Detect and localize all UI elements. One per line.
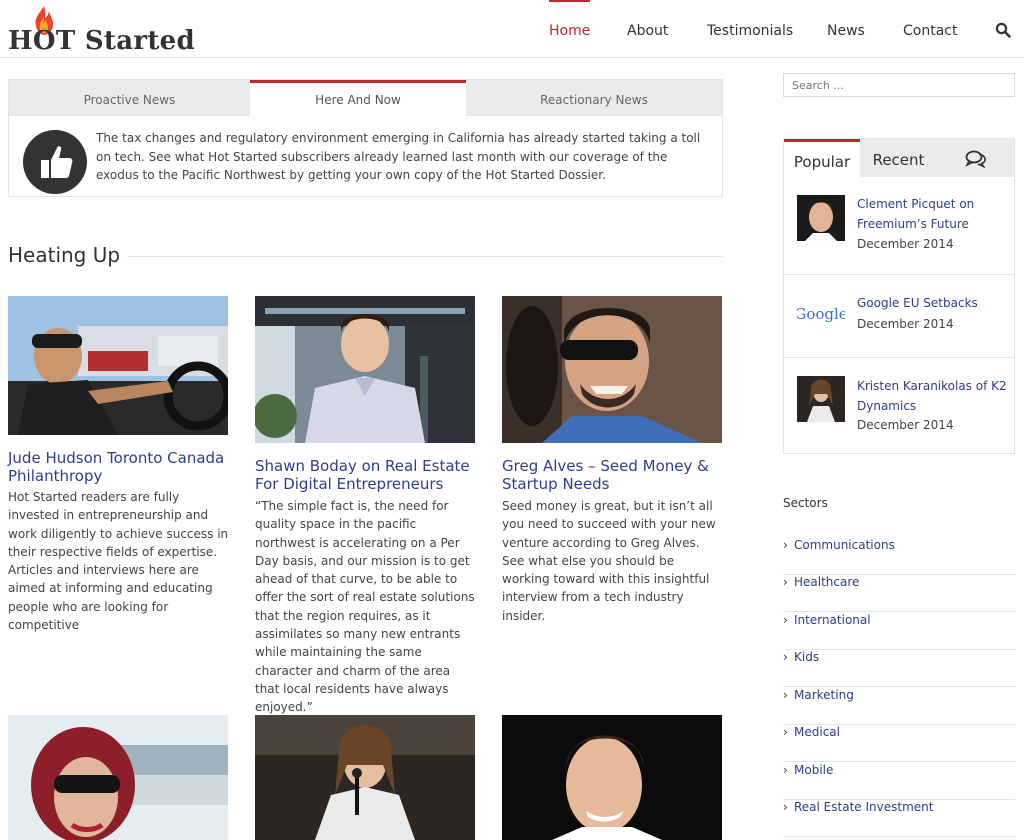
sector-label: Medical: [794, 725, 840, 739]
sidebar-tabs-widget: Popular Recent Clement Picquet on Freemi…: [783, 138, 1015, 454]
sector-international[interactable]: › International: [783, 613, 1015, 650]
post-photo-kristen: [797, 376, 845, 422]
sectors-heading: Sectors: [783, 496, 828, 510]
post-excerpt-shawn-boday: “The simple fact is, the need for qualit…: [255, 499, 475, 715]
sidebar-post-date: December 2014: [857, 317, 954, 331]
thumbs-up-badge: [23, 130, 87, 194]
sector-label: Kids: [794, 650, 820, 664]
post-photo-clement: [797, 195, 845, 241]
logo-hot: HOT: [8, 26, 76, 56]
nav-home[interactable]: Home: [549, 0, 591, 58]
nav-testimonials[interactable]: Testimonials: [707, 0, 793, 58]
logo-text: HOT Started: [8, 26, 195, 56]
section-divider: [127, 256, 723, 257]
sidebar-post-item: Kristen Karanikolas of K2 Dynamics Decem…: [784, 357, 1014, 453]
sector-label: Healthcare: [794, 575, 860, 589]
sector-label: Mobile: [794, 763, 834, 777]
sector-kids[interactable]: › Kids: [783, 650, 1015, 687]
sidebar-tab-popular[interactable]: Popular: [784, 139, 860, 177]
nav-about[interactable]: About: [627, 0, 668, 58]
post-title-jude-hudson[interactable]: Jude Hudson Toronto Canada Philanthropy: [8, 449, 233, 485]
section-title: Heating Up: [8, 243, 121, 267]
chevron-right-icon: ›: [783, 613, 788, 627]
post-image-shawn-boday[interactable]: [255, 296, 475, 443]
tab-here-and-now[interactable]: Here And Now: [250, 80, 466, 116]
sector-label: Real Estate Investment: [794, 800, 934, 814]
sector-real-estate-investment[interactable]: › Real Estate Investment: [783, 800, 1015, 837]
chevron-right-icon: ›: [783, 575, 788, 589]
sector-label: Communications: [794, 538, 895, 552]
post-excerpt-jude-hudson: Hot Started readers are fully invested i…: [8, 490, 229, 633]
post-excerpt-greg-alves: Seed money is great, but it isn’t all yo…: [502, 499, 716, 623]
nav-news[interactable]: News: [827, 0, 865, 58]
sector-label: International: [794, 613, 871, 627]
post-photo-speaker: [255, 715, 475, 840]
google-logo-text: Google: [797, 305, 845, 323]
sector-label: Marketing: [794, 688, 854, 702]
post-image-bottom-2[interactable]: [255, 715, 475, 840]
site-header: HOT Started Home About Testimonials News…: [0, 0, 1024, 58]
sidebar-post-title[interactable]: Clement Picquet on Freemium’s Future: [857, 194, 1007, 234]
tab-proactive-news[interactable]: Proactive News: [9, 80, 250, 116]
sidebar-post-title[interactable]: Google EU Setbacks: [857, 293, 1007, 313]
post-image-bottom-1[interactable]: [8, 715, 228, 840]
post-photo-greg: [502, 296, 722, 443]
thumbs-up-icon: [41, 146, 73, 178]
search-icon[interactable]: [995, 22, 1011, 38]
sidebar-post-item: Clement Picquet on Freemium’s Future Dec…: [784, 177, 1014, 274]
tab-panel: The tax changes and regulatory environme…: [9, 116, 722, 196]
tab-panel-text: The tax changes and regulatory environme…: [96, 131, 701, 182]
post-title-shawn-boday[interactable]: Shawn Boday on Real Estate For Digital E…: [255, 457, 475, 493]
sector-healthcare[interactable]: › Healthcare: [783, 575, 1015, 612]
news-tabs: Proactive News Here And Now Reactionary …: [8, 79, 723, 197]
tab-reactionary-news[interactable]: Reactionary News: [466, 80, 722, 116]
chevron-right-icon: ›: [783, 725, 788, 739]
sidebar-tab-recent[interactable]: Recent: [860, 139, 937, 177]
post-image-jude-hudson[interactable]: [8, 296, 228, 435]
post-title-greg-alves[interactable]: Greg Alves – Seed Money & Startup Needs: [502, 457, 722, 493]
sidebar-thumb-google[interactable]: Google: [797, 291, 845, 337]
sector-marketing[interactable]: › Marketing: [783, 688, 1015, 725]
post-photo-shawn: [255, 296, 475, 443]
sector-mobile[interactable]: › Mobile: [783, 763, 1015, 800]
chevron-right-icon: ›: [783, 650, 788, 664]
post-image-bottom-3[interactable]: [502, 715, 722, 840]
sidebar-post-item: Google Google EU Setbacks December 2014: [784, 274, 1014, 357]
nav-contact[interactable]: Contact: [903, 0, 957, 58]
chevron-right-icon: ›: [783, 538, 788, 552]
post-image-greg-alves[interactable]: [502, 296, 722, 443]
sidebar-search-input[interactable]: [783, 73, 1015, 97]
post-photo-driver: [8, 296, 228, 435]
site-logo[interactable]: HOT Started: [8, 4, 195, 56]
sidebar-post-date: December 2014: [857, 418, 954, 432]
sidebar-thumb-kristen[interactable]: [797, 376, 845, 422]
sidebar-post-title[interactable]: Kristen Karanikolas of K2 Dynamics: [857, 376, 1007, 416]
sidebar-tab-comments[interactable]: [937, 139, 1014, 177]
sector-communications[interactable]: › Communications: [783, 538, 1015, 575]
comments-icon: [964, 150, 986, 169]
chevron-right-icon: ›: [783, 800, 788, 814]
sidebar-post-date: December 2014: [857, 237, 954, 251]
chevron-right-icon: ›: [783, 688, 788, 702]
chevron-right-icon: ›: [783, 763, 788, 777]
logo-rest: Started: [75, 26, 195, 56]
post-photo-young-man: [502, 715, 722, 840]
sidebar-thumb-clement[interactable]: [797, 195, 845, 241]
sector-medical[interactable]: › Medical: [783, 725, 1015, 762]
post-photo-red-hair: [8, 715, 228, 840]
